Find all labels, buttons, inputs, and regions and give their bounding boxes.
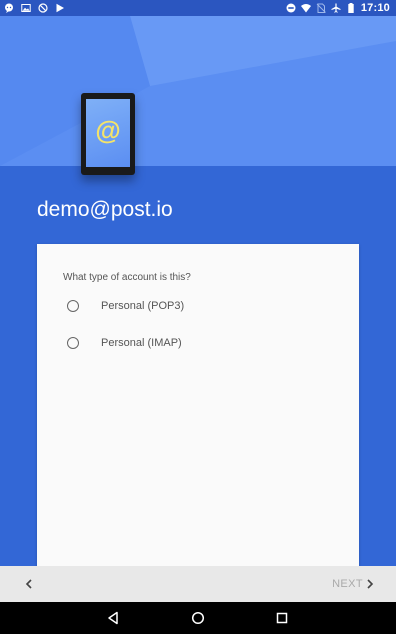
home-circle-icon [191,611,205,625]
blocked-icon [38,3,48,13]
header-background-shape [0,16,396,166]
image-icon [21,4,31,12]
screen: 17:10 @ demo@post.io What type of accoun… [0,0,396,634]
tablet-screen: @ [86,99,130,167]
play-store-icon [56,3,64,13]
back-triangle-icon [108,611,118,625]
system-back-button[interactable] [105,610,121,626]
account-type-question: What type of account is this? [63,272,191,283]
option-label: Personal (POP3) [101,300,185,312]
status-left-icons [4,0,65,16]
status-right-icons: 17:10 [286,0,390,16]
chat-icon [5,3,13,13]
recents-square-icon [276,612,288,624]
option-personal-pop3[interactable]: Personal (POP3) [67,300,184,312]
status-bar: 17:10 [0,0,396,16]
system-recents-button[interactable] [274,610,290,626]
back-button[interactable] [18,574,40,594]
at-sign-icon: @ [95,115,121,145]
wifi-icon [300,4,311,13]
next-label: NEXT [332,578,363,590]
system-home-button[interactable] [190,610,206,626]
tablet-email-icon: @ [81,93,135,175]
option-label: Personal (IMAP) [101,337,182,349]
radio-button[interactable] [67,337,79,349]
option-personal-imap[interactable]: Personal (IMAP) [67,337,182,349]
airplane-mode-icon [331,3,341,13]
radio-button[interactable] [67,300,79,312]
setup-nav-bar: NEXT [0,566,396,602]
header-banner [0,16,396,166]
next-button[interactable]: NEXT [332,574,374,594]
status-time: 17:10 [360,2,390,14]
chevron-right-icon [367,579,374,589]
battery-icon [348,3,354,13]
account-email: demo@post.io [37,198,173,221]
system-navigation-bar [0,602,396,634]
chevron-left-icon [25,579,32,589]
do-not-disturb-icon [286,3,296,13]
no-sim-icon [316,3,326,13]
account-type-card: What type of account is this? Personal (… [37,244,359,574]
